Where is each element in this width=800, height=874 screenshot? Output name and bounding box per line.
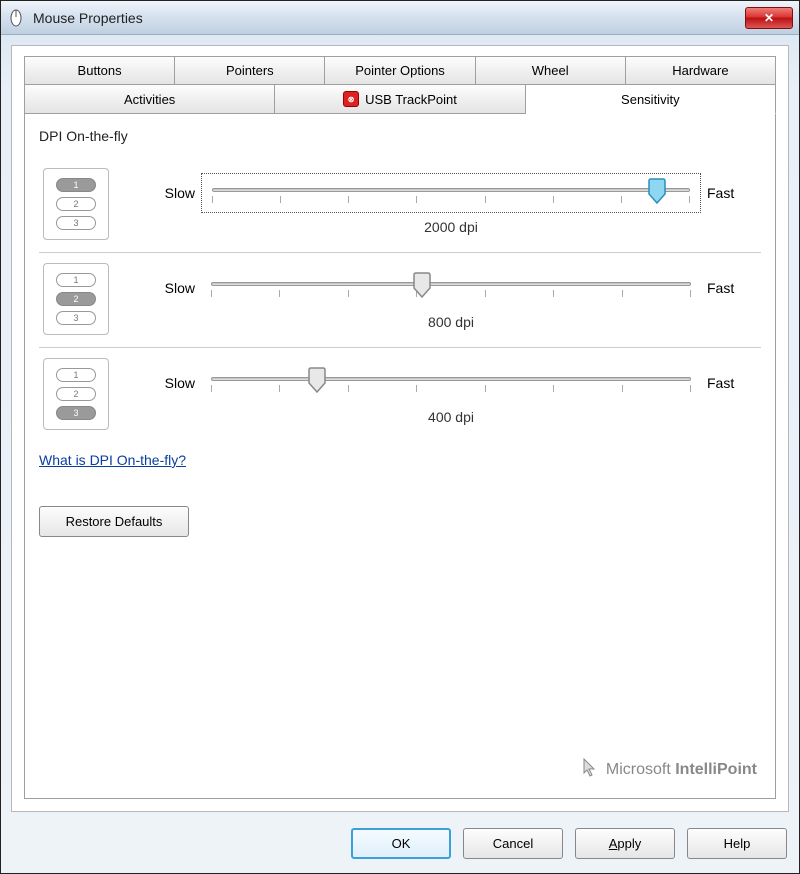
preset-pill: 1 [56,273,96,287]
tab-row-1: Buttons Pointers Pointer Options Wheel H… [24,56,776,85]
help-link-dpi[interactable]: What is DPI On-the-fly? [39,452,761,468]
branding-text: Microsoft IntelliPoint [606,761,757,779]
tab-usb-trackpoint-label: USB TrackPoint [365,92,457,107]
dpi-slider-3[interactable] [201,363,701,403]
apply-button[interactable]: Apply [575,828,675,859]
window-title: Mouse Properties [33,10,745,26]
tab-row-2: Activities ⊗ USB TrackPoint Sensitivity [24,85,776,114]
preset-pill: 2 [56,197,96,211]
preset-pill: 1 [56,368,96,382]
dialog-content: Buttons Pointers Pointer Options Wheel H… [11,45,789,812]
preset-pill: 2 [56,387,96,401]
dpi-slider-1[interactable] [201,173,701,213]
close-button[interactable]: ✕ [745,7,793,29]
slider-label-fast: Fast [707,375,757,391]
app-icon [7,9,25,27]
tab-buttons[interactable]: Buttons [24,56,175,85]
slider-area-1: Slow Fast 2000 dpi [145,173,757,235]
group-label: DPI On-the-fly [39,128,761,144]
dpi-readout-1: 2000 dpi [145,219,757,235]
tab-panel-sensitivity: DPI On-the-fly 1 2 3 Slow Fast 2000 dpi 1 2 3 Slo… [24,114,776,799]
dpi-readout-2: 800 dpi [145,314,757,330]
preset-pill: 3 [56,406,96,420]
tab-pointers[interactable]: Pointers [175,56,325,85]
tab-usb-trackpoint[interactable]: ⊗ USB TrackPoint [275,85,525,114]
dpi-slider-2[interactable] [201,268,701,308]
preset-pill: 2 [56,292,96,306]
slider-area-3: Slow Fast 400 dpi [145,363,757,425]
branding: Microsoft IntelliPoint [39,749,761,784]
slider-label-fast: Fast [707,185,757,201]
preset-icon-3: 1 2 3 [43,358,109,430]
slider-row-1: 1 2 3 Slow Fast 2000 dpi [39,158,761,244]
preset-icon-1: 1 2 3 [43,168,109,240]
slider-thumb[interactable] [308,367,326,393]
window-frame: Mouse Properties ✕ Buttons Pointers Poin… [0,0,800,874]
ok-button[interactable]: OK [351,828,451,859]
title-bar[interactable]: Mouse Properties ✕ [1,1,799,35]
preset-pill: 3 [56,311,96,325]
close-icon: ✕ [764,11,774,25]
cancel-button[interactable]: Cancel [463,828,563,859]
slider-label-slow: Slow [145,185,195,201]
branding-prefix: Microsoft [606,761,675,778]
trackpoint-icon: ⊗ [343,91,359,107]
tab-pointer-options[interactable]: Pointer Options [325,56,475,85]
dialog-footer: OK Cancel Apply Help [1,822,799,873]
slider-label-slow: Slow [145,280,195,296]
slider-area-2: Slow Fast 800 dpi [145,268,757,330]
slider-thumb[interactable] [648,178,666,204]
slider-thumb[interactable] [413,272,431,298]
slider-label-fast: Fast [707,280,757,296]
preset-icon-2: 1 2 3 [43,263,109,335]
slider-row-3: 1 2 3 Slow Fast 400 dpi [39,347,761,434]
branding-product: IntelliPoint [675,761,757,778]
preset-pill: 1 [56,178,96,192]
tab-hardware[interactable]: Hardware [626,56,776,85]
restore-defaults-button[interactable]: Restore Defaults [39,506,189,537]
tab-activities[interactable]: Activities [24,85,275,114]
slider-row-2: 1 2 3 Slow Fast 800 dpi [39,252,761,339]
preset-pill: 3 [56,216,96,230]
dpi-readout-3: 400 dpi [145,409,757,425]
tab-sensitivity[interactable]: Sensitivity [526,85,776,114]
cursor-icon [582,757,598,782]
tab-wheel[interactable]: Wheel [476,56,626,85]
help-button[interactable]: Help [687,828,787,859]
slider-label-slow: Slow [145,375,195,391]
